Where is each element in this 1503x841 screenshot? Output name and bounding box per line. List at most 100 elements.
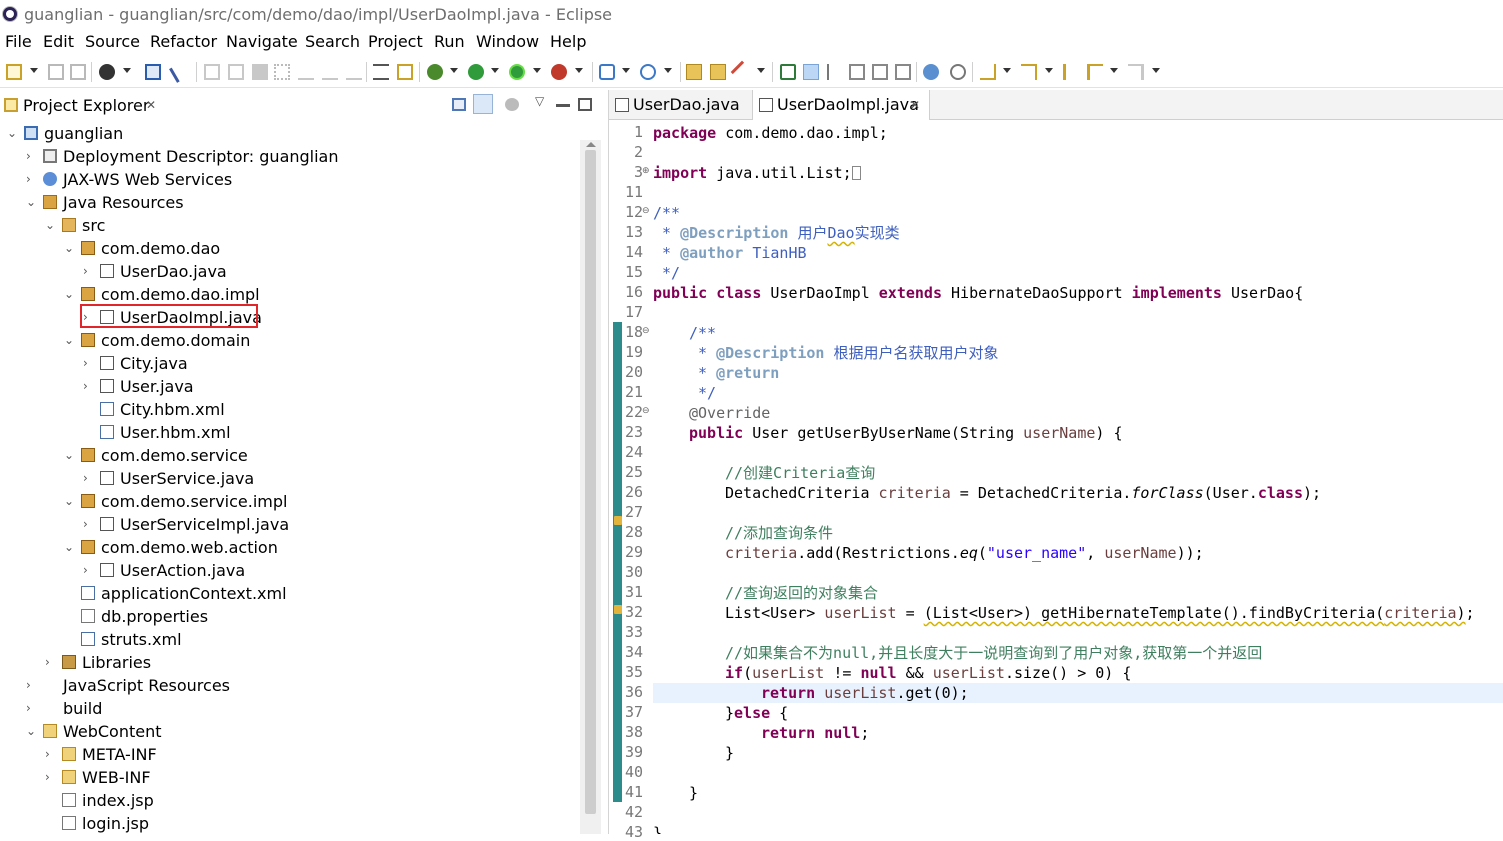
folded-region-icon[interactable] [851, 166, 861, 180]
mark-occurrences-icon[interactable] [803, 64, 819, 80]
chevron-down-icon[interactable]: ⌄ [64, 444, 74, 467]
chevron-down-icon[interactable]: ⌄ [64, 237, 74, 260]
menu-search[interactable]: Search [305, 32, 360, 51]
external-tools-dropdown-icon[interactable] [575, 68, 583, 76]
use-step-filters-icon[interactable] [373, 64, 389, 80]
suspend-icon[interactable] [228, 64, 244, 80]
previous-annotation-icon[interactable] [1021, 64, 1037, 80]
last-edit-location-icon[interactable] [1063, 64, 1079, 80]
maximize-icon[interactable] [578, 98, 592, 111]
close-icon[interactable]: ✕ [910, 90, 920, 120]
forward-dropdown-icon[interactable] [1152, 68, 1160, 76]
expand-icon[interactable]: ⊕ [642, 166, 650, 176]
tab-userdaoimpl[interactable]: UserDaoImpl.java ✕ [752, 90, 930, 120]
chevron-right-icon[interactable]: › [45, 766, 55, 789]
menu-window[interactable]: Window [476, 32, 539, 51]
drop-to-frame-icon[interactable] [397, 64, 413, 80]
external-tools-icon[interactable] [551, 64, 567, 80]
close-icon[interactable]: ✕ [146, 98, 156, 112]
collapse-icon[interactable]: ⊖ [642, 406, 650, 416]
filter-icon[interactable] [505, 98, 519, 111]
chevron-right-icon[interactable]: › [26, 145, 36, 168]
new-dropdown-icon[interactable] [30, 68, 38, 76]
menu-file[interactable]: File [5, 32, 32, 51]
previous-annotation-dropdown-icon[interactable] [1045, 68, 1053, 76]
menu-refactor[interactable]: Refactor [150, 32, 217, 51]
open-task-icon[interactable] [710, 64, 726, 80]
new-java-class-dropdown-icon[interactable] [664, 68, 672, 76]
new-server-icon[interactable] [599, 64, 615, 80]
chevron-down-icon[interactable]: ⌄ [45, 214, 55, 237]
profile-icon[interactable] [99, 64, 115, 80]
step-over-icon[interactable] [322, 64, 338, 80]
console-icon[interactable] [145, 64, 161, 80]
chevron-down-icon[interactable]: ⌄ [7, 122, 17, 145]
explorer-scrollbar[interactable] [580, 140, 601, 834]
chevron-down-icon[interactable]: ⌄ [26, 191, 36, 214]
open-web-browser-icon[interactable] [923, 64, 939, 80]
chevron-down-icon[interactable]: ⌄ [64, 490, 74, 513]
menu-run[interactable]: Run [434, 32, 465, 51]
chevron-right-icon[interactable]: › [26, 168, 36, 191]
save-all-icon[interactable] [70, 64, 86, 80]
menu-help[interactable]: Help [550, 32, 586, 51]
debug-icon[interactable] [427, 64, 443, 80]
chevron-right-icon[interactable]: › [83, 260, 93, 283]
save-icon[interactable] [48, 64, 64, 80]
collapse-all-icon[interactable] [452, 98, 466, 111]
block-selection-icon[interactable] [827, 64, 843, 80]
toggle-ant-editor-icon[interactable] [780, 64, 796, 80]
word-wrap-icon[interactable] [872, 64, 888, 80]
collapse-icon[interactable]: ⊖ [642, 206, 650, 216]
chevron-down-icon[interactable]: ⌄ [64, 283, 74, 306]
terminate-icon[interactable] [252, 64, 268, 80]
next-annotation-dropdown-icon[interactable] [1003, 68, 1011, 76]
search-icon[interactable] [730, 60, 754, 84]
view-menu-icon[interactable]: ▽ [535, 94, 544, 108]
minimize-icon[interactable] [556, 104, 570, 107]
run-dropdown-icon[interactable] [491, 68, 499, 76]
new-server-dropdown-icon[interactable] [622, 68, 630, 76]
next-annotation-icon[interactable] [980, 64, 996, 80]
search-web-icon[interactable] [950, 64, 966, 80]
chevron-right-icon[interactable]: › [26, 697, 36, 720]
code-text-area[interactable]: package com.demo.dao.impl; import java.u… [653, 120, 1503, 834]
menu-source[interactable]: Source [85, 32, 140, 51]
chevron-right-icon[interactable]: › [26, 674, 36, 697]
chevron-right-icon[interactable]: › [45, 651, 55, 674]
coverage-dropdown-icon[interactable] [533, 68, 541, 76]
chevron-right-icon[interactable]: › [83, 467, 93, 490]
step-return-icon[interactable] [346, 64, 362, 80]
new-java-class-icon[interactable] [640, 64, 656, 80]
menu-navigate[interactable]: Navigate [226, 32, 298, 51]
chevron-down-icon[interactable]: ⌄ [64, 329, 74, 352]
chevron-right-icon[interactable]: › [83, 559, 93, 582]
chevron-down-icon[interactable]: ⌄ [26, 720, 36, 743]
debug-dropdown-icon[interactable] [450, 68, 458, 76]
open-type-icon[interactable] [686, 64, 702, 80]
scroll-up-icon[interactable] [586, 142, 596, 147]
chevron-down-icon[interactable]: ⌄ [64, 536, 74, 559]
resume-icon[interactable] [204, 64, 220, 80]
profile-dropdown-icon[interactable] [123, 68, 131, 76]
coverage-icon[interactable] [509, 64, 525, 80]
collapse-icon[interactable]: ⊖ [642, 326, 650, 336]
menu-project[interactable]: Project [368, 32, 423, 51]
show-paragraph-icon[interactable] [895, 64, 911, 80]
link-with-editor-icon[interactable] [473, 94, 493, 114]
menu-edit[interactable]: Edit [43, 32, 74, 51]
chevron-right-icon[interactable]: › [83, 513, 93, 536]
scrollbar-thumb[interactable] [585, 150, 596, 814]
new-icon[interactable] [6, 64, 22, 80]
skip-breakpoints-icon[interactable] [169, 61, 191, 83]
chevron-right-icon[interactable]: › [83, 375, 93, 398]
run-icon[interactable] [468, 64, 484, 80]
show-whitespace-icon[interactable] [849, 64, 865, 80]
tab-userdao[interactable]: UserDao.java [609, 90, 751, 120]
forward-icon[interactable] [1128, 64, 1144, 80]
back-icon[interactable] [1087, 64, 1103, 80]
chevron-right-icon[interactable]: › [83, 352, 93, 375]
search-dropdown-icon[interactable] [757, 68, 765, 76]
step-into-icon[interactable] [298, 64, 314, 80]
back-dropdown-icon[interactable] [1110, 68, 1118, 76]
